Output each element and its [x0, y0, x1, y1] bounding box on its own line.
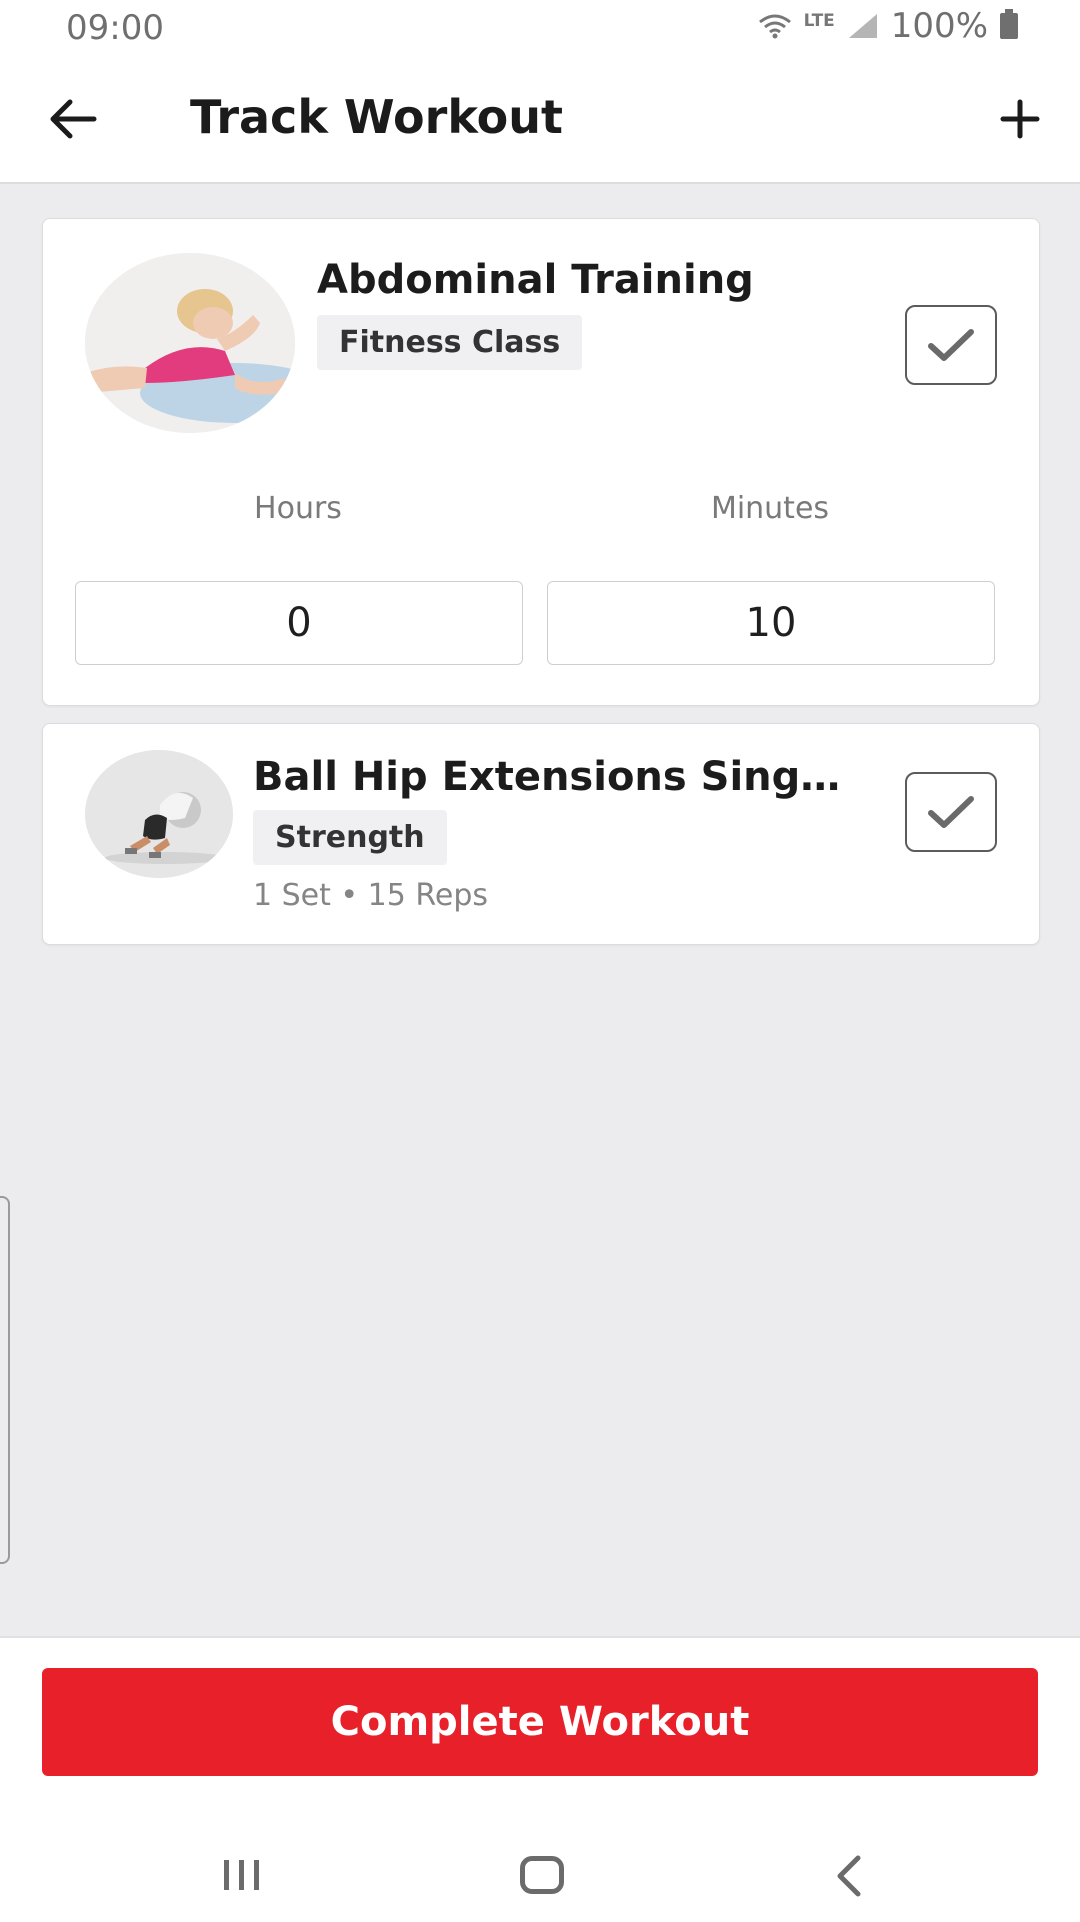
hours-input[interactable]: 0 [75, 581, 523, 665]
status-icons: LTE 100% [758, 6, 1018, 46]
category-badge: Strength [253, 810, 447, 865]
add-exercise-button[interactable] [990, 92, 1050, 146]
check-icon [928, 796, 974, 828]
plus-icon [1000, 99, 1040, 139]
category-badge: Fitness Class [317, 315, 583, 370]
complete-workout-button[interactable]: Complete Workout [42, 1668, 1038, 1776]
exercise-name: Abdominal Training [317, 257, 754, 303]
exercise-name: Ball Hip Extensions Single... [253, 754, 853, 800]
back-nav-icon[interactable] [830, 1854, 866, 1898]
arrow-left-icon [50, 99, 97, 139]
exercise-card: Ball Hip Extensions Single... Strength 1… [42, 723, 1040, 945]
recent-apps-icon[interactable] [220, 1858, 264, 1892]
status-time: 09:00 [66, 8, 164, 48]
system-nav-bar [0, 1830, 1080, 1922]
battery-percent: 100% [890, 6, 988, 46]
battery-icon [1000, 9, 1018, 39]
sets-reps-text: 1 Set • 15 Reps [253, 878, 488, 913]
home-icon[interactable] [520, 1856, 564, 1894]
edge-panel-handle[interactable] [0, 1196, 10, 1564]
signal-icon [848, 14, 877, 38]
page-title: Track Workout [190, 90, 564, 144]
exercise-card: Abdominal Training Fitness Class Hours M… [42, 218, 1040, 706]
wifi-icon [758, 14, 791, 39]
app-bar: Track Workout [0, 56, 1080, 184]
hours-label: Hours [254, 491, 342, 526]
minutes-input[interactable]: 10 [547, 581, 995, 665]
back-button[interactable] [44, 92, 104, 146]
network-type: LTE [803, 11, 835, 31]
complete-checkbox[interactable] [905, 305, 997, 385]
complete-checkbox[interactable] [905, 772, 997, 852]
check-icon [928, 329, 974, 361]
minutes-label: Minutes [710, 491, 830, 526]
bottom-bar: Complete Workout [0, 1636, 1080, 1922]
exercise-thumbnail [85, 750, 233, 878]
exercise-thumbnail [85, 253, 295, 433]
status-bar: 09:00 LTE 100% [0, 0, 1080, 56]
